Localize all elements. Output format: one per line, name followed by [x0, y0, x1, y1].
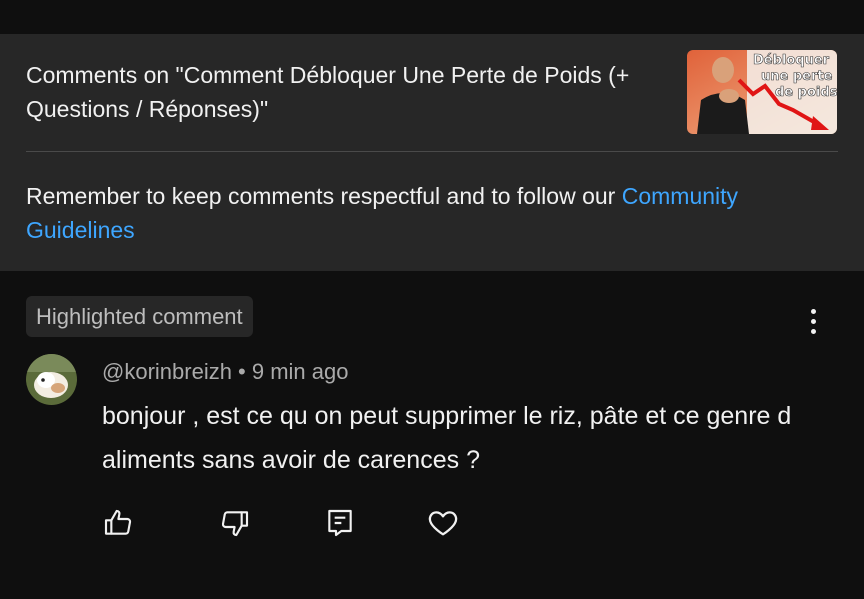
highlighted-comment-badge: Highlighted comment — [26, 296, 253, 337]
comments-header-panel: Comments on "Comment Débloquer Une Perte… — [0, 34, 864, 271]
like-button[interactable] — [100, 505, 136, 541]
heart-icon — [428, 511, 458, 536]
avatar[interactable] — [26, 354, 77, 405]
comments-title: Comments on "Comment Débloquer Une Perte… — [26, 62, 630, 122]
top-strip — [0, 0, 864, 34]
comment-author[interactable]: @korinbreizh — [102, 359, 232, 384]
more-dot — [810, 308, 816, 314]
thumbnail-text-line-3: de poids — [775, 85, 837, 100]
more-options-button[interactable] — [798, 304, 828, 338]
meta-separator: • — [231, 359, 252, 384]
video-thumbnail[interactable]: Débloquer une perte de poids — [687, 50, 837, 134]
comment-time: 9 min ago — [251, 359, 349, 384]
like-icon — [104, 509, 132, 535]
more-dot — [810, 318, 816, 324]
more-dot — [810, 328, 816, 334]
reply-icon — [328, 509, 352, 537]
dislike-button[interactable] — [217, 505, 253, 541]
thumbnail-text-line-2: une perte — [761, 69, 833, 84]
dislike-icon — [221, 511, 249, 537]
guidelines-notice: Remember to keep comments respectful and… — [26, 179, 846, 247]
divider — [26, 151, 838, 152]
guidelines-text: Remember to keep comments respectful and… — [26, 183, 622, 209]
reply-button[interactable] — [322, 505, 358, 541]
comment-text: bonjour , est ce qu on peut supprimer le… — [102, 402, 792, 474]
comment-meta: @korinbreizh • 9 min ago — [102, 358, 349, 386]
thumbnail-text-line-1: Débloquer — [753, 53, 830, 68]
heart-button[interactable] — [425, 505, 461, 541]
